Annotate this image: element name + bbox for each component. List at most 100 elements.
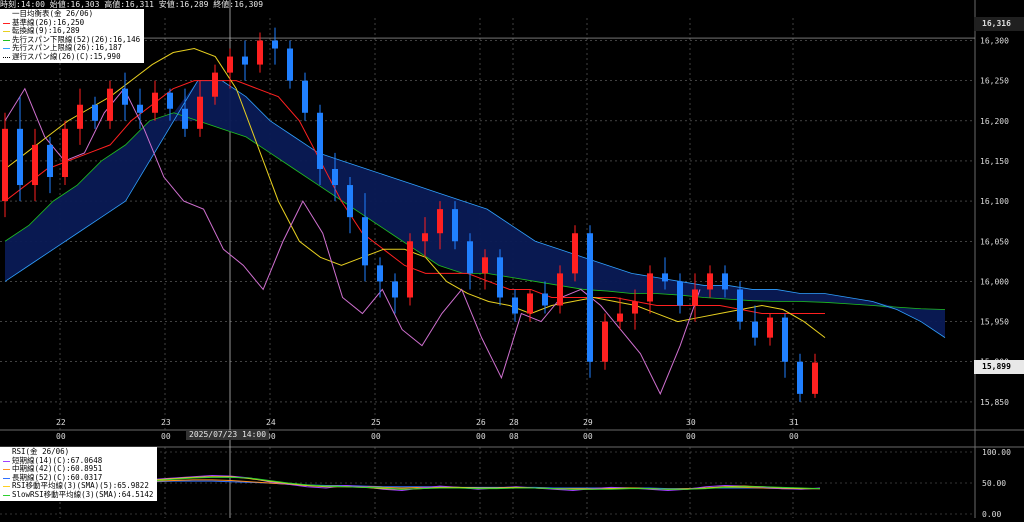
legend-label: 遅行スパン線(26)(C):15,990 — [12, 51, 121, 61]
time-day-label: 22 — [56, 418, 66, 427]
candle-body — [677, 281, 683, 306]
chart-window: 16,300 16,250 16,200 16,150 16,100 16,050 16,0… — [0, 0, 1024, 519]
candle-body — [452, 209, 458, 242]
candle-body — [257, 40, 263, 65]
candle-body — [782, 317, 788, 362]
candle-body — [212, 72, 218, 97]
candle-body — [107, 88, 113, 121]
price-tick-label: 16,150 — [980, 157, 1009, 166]
candle-body — [272, 40, 278, 49]
candle-body — [182, 108, 188, 129]
candle-body — [692, 289, 698, 306]
candle-body — [287, 48, 293, 81]
cursor-time-label: 2025/07/23 14:00 — [186, 430, 270, 440]
time-sub-label: 00 — [789, 432, 799, 441]
candle-body — [812, 362, 818, 394]
legend-item: SlowRSI移動平均線(3)(SMA):64.5142 — [3, 489, 154, 500]
candle-body — [392, 281, 398, 298]
candle-body — [437, 209, 443, 234]
rsi-legend[interactable]: RSI(金 26/06) 短期線(14)(C):67.0648 中期線(42)(C… — [0, 447, 158, 501]
candle-body — [512, 297, 518, 314]
rsi-tick-label: 100.00 — [982, 448, 1011, 457]
candle-body — [77, 104, 83, 129]
candle-body — [302, 80, 308, 113]
legend-swatch — [3, 31, 10, 33]
time-day-label: 30 — [686, 418, 696, 427]
candle-body — [332, 168, 338, 186]
candle-body — [662, 273, 668, 282]
candle-body — [557, 273, 563, 306]
price-tick-label: 15,850 — [980, 398, 1009, 407]
candle-body — [407, 241, 413, 298]
price-tick-label: 16,000 — [980, 277, 1009, 286]
time-sub-label: 08 — [509, 432, 519, 441]
candle-body — [122, 88, 128, 105]
time-day-label: 31 — [789, 418, 799, 427]
candle-body — [587, 233, 593, 362]
candle-body — [482, 257, 488, 274]
legend-swatch — [3, 22, 10, 24]
legend-item: 遅行スパン線(26)(C):15,990 — [3, 51, 140, 62]
time-sub-label: 00 — [56, 432, 66, 441]
time-day-label: 25 — [371, 418, 381, 427]
time-sub-label: 00 — [686, 432, 696, 441]
time-day-label: 26 — [476, 418, 486, 427]
candle-body — [737, 289, 743, 322]
candle-body — [347, 185, 353, 218]
candle-body — [2, 128, 8, 202]
candle-body — [752, 321, 758, 338]
time-day-label: 23 — [161, 418, 171, 427]
legend-swatch — [3, 39, 10, 41]
candle-body — [152, 92, 158, 113]
rsi-tick-label: 50.00 — [982, 479, 1006, 488]
last-price-label: 15,899 — [974, 360, 1024, 374]
price-tick-label: 16,100 — [980, 197, 1009, 206]
candle-body — [527, 293, 533, 314]
price-tick-label: 15,950 — [980, 318, 1009, 327]
legend-swatch — [3, 56, 10, 58]
time-sub-label: 00 — [476, 432, 486, 441]
candle-body — [797, 361, 803, 394]
candle-body — [317, 112, 323, 169]
time-sub-label: 00 — [583, 432, 593, 441]
candle-body — [722, 273, 728, 290]
candle-body — [242, 56, 248, 65]
candle-body — [572, 233, 578, 274]
time-day-label: 24 — [266, 418, 276, 427]
legend-swatch — [3, 486, 10, 488]
candle-body — [602, 321, 608, 362]
candle-body — [707, 273, 713, 290]
candle-body — [632, 301, 638, 314]
rsi-tick-label: 0.00 — [982, 510, 1001, 518]
legend-swatch — [3, 469, 10, 471]
time-sub-label: 00 — [371, 432, 381, 441]
price-tick-label: 16,200 — [980, 117, 1009, 126]
candle-body — [362, 217, 368, 266]
candle-body — [617, 313, 623, 322]
legend-swatch — [3, 494, 10, 496]
price-chart-svg[interactable]: 16,300 16,250 16,200 16,150 16,100 16,050 16,0… — [0, 0, 1024, 519]
ichimoku-legend[interactable]: 一目均衡表(金 26/06) 基準線(26):16,250 転換線(9):16,2… — [0, 9, 145, 63]
top-price-label: 16,316 — [974, 17, 1024, 31]
candle-body — [377, 265, 383, 282]
time-day-label: 29 — [583, 418, 593, 427]
candle-body — [647, 273, 653, 302]
candle-body — [422, 233, 428, 242]
time-day-label: 28 — [509, 418, 519, 427]
legend-swatch — [3, 48, 10, 50]
price-tick-label: 16,300 — [980, 36, 1009, 45]
candle-body — [47, 144, 53, 178]
legend-swatch — [3, 460, 10, 462]
price-tick-label: 16,050 — [980, 237, 1009, 246]
candle-body — [197, 96, 203, 129]
candle-body — [167, 92, 173, 109]
candle-body — [767, 317, 773, 338]
legend-label: SlowRSI移動平均線(3)(SMA):64.5142 — [12, 489, 154, 499]
time-sub-label: 00 — [161, 432, 171, 441]
candle-body — [62, 128, 68, 178]
candle-body — [92, 104, 98, 121]
candle-body — [227, 56, 233, 73]
candle-body — [137, 104, 143, 113]
candle-body — [542, 293, 548, 306]
ohlc-header: 時刻:14:00 始値:16,303 高値:16,311 安値:16,289 終… — [0, 0, 264, 9]
